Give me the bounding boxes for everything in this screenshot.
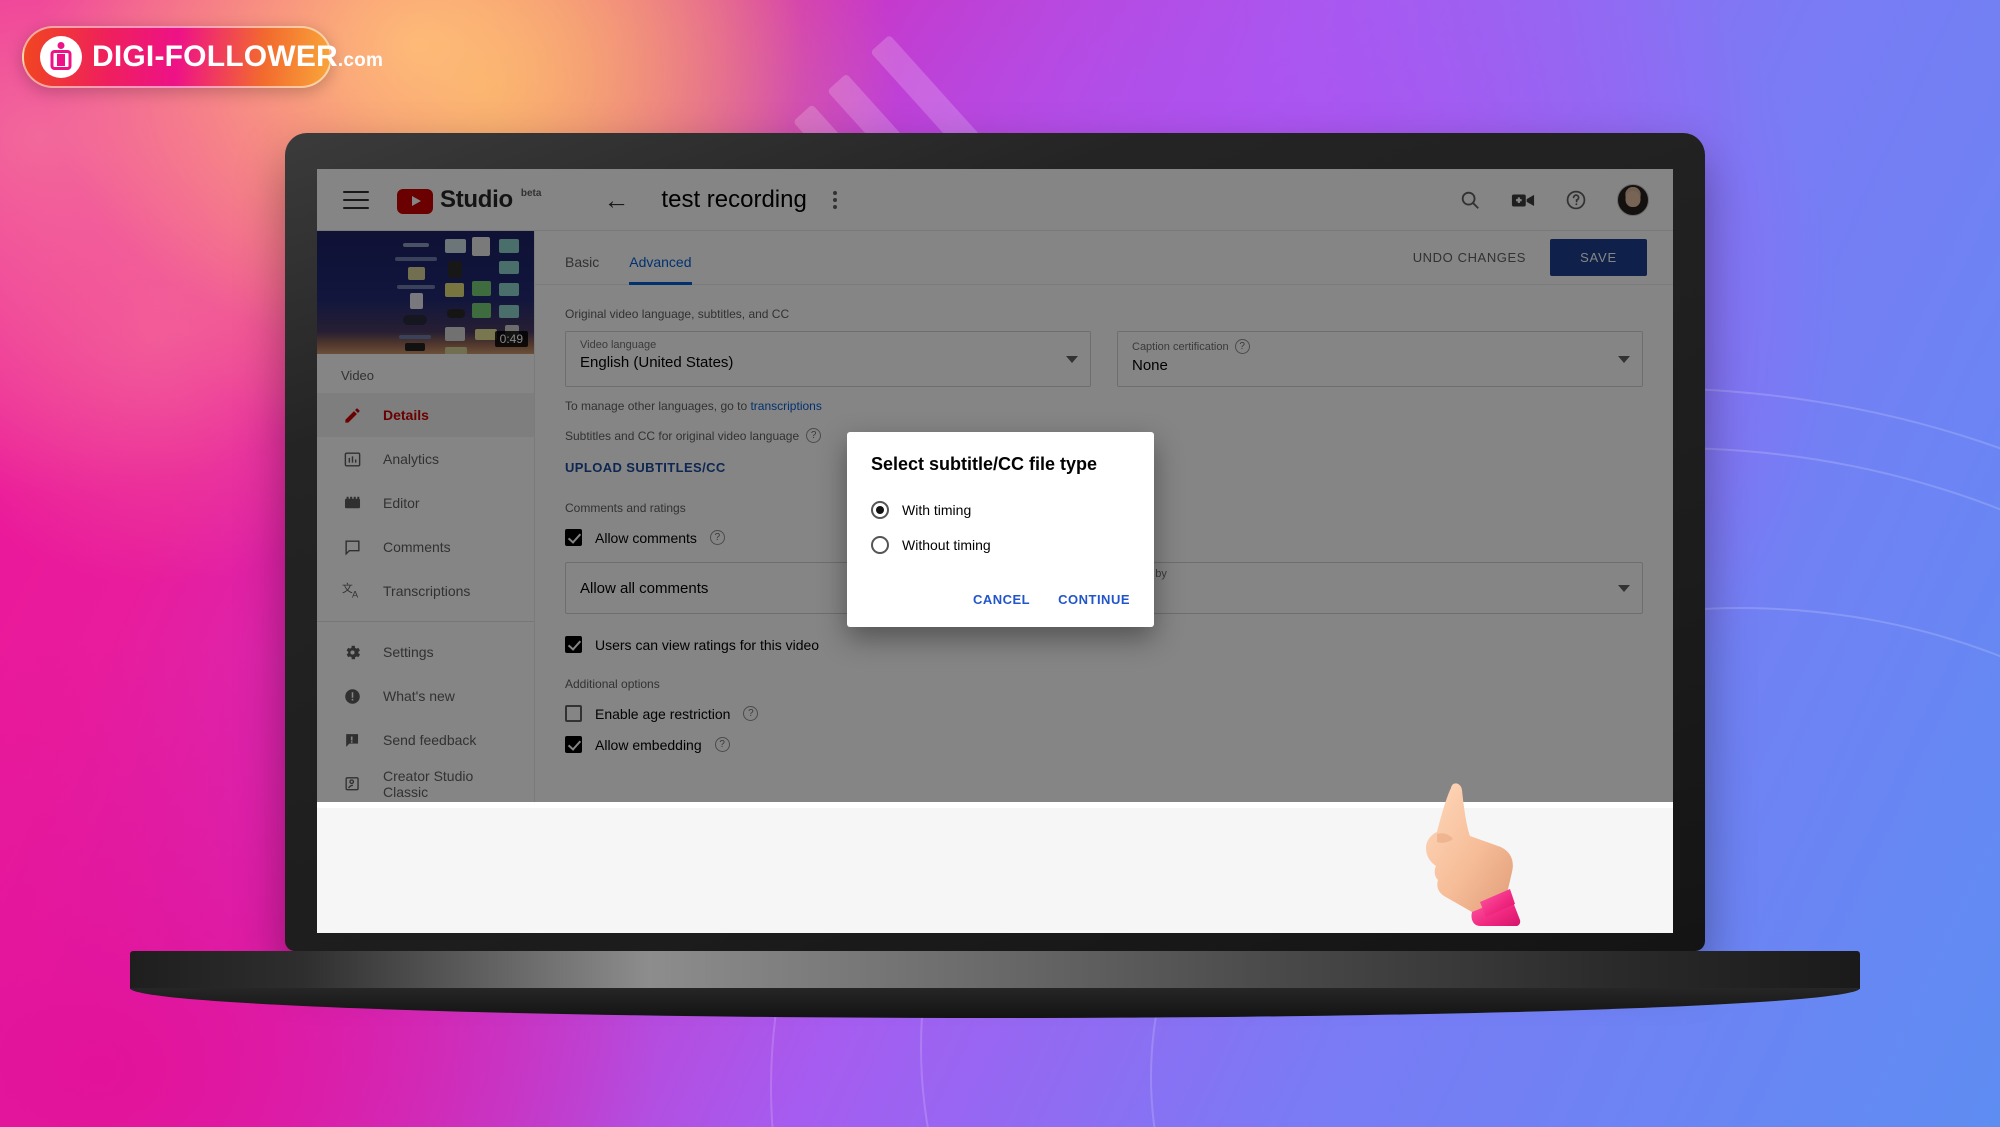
laptop-base [130,951,1860,989]
footer-separator [317,802,1673,808]
logo-name-main: DIGI-FOLLOWER [92,40,338,73]
subtitle-file-type-dialog: Select subtitle/CC file type With timing… [847,432,1154,627]
logo-mark-icon [40,36,82,78]
logo-name-tld: .com [337,50,384,71]
continue-button[interactable]: CONTINUE [1058,592,1130,607]
radio-without-timing[interactable] [871,536,889,554]
logo-wordmark: DIGI-FOLLOWER.com [92,40,383,74]
radio-with-timing-label: With timing [902,502,972,518]
cancel-button[interactable]: CANCEL [973,592,1030,607]
page-footer-area [317,802,1673,933]
youtube-studio-app: Studio beta ← test recording 0:49 Video … [317,169,1673,933]
dialog-actions: CANCEL CONTINUE [871,592,1130,617]
site-logo-badge: DIGI-FOLLOWER.com [22,26,383,88]
radio-without-timing-label: Without timing [902,537,991,553]
dialog-title: Select subtitle/CC file type [871,454,1098,474]
radio-without-timing-row[interactable]: Without timing [871,536,1130,554]
laptop-mockup: Studio beta ← test recording 0:49 Video … [130,133,1860,1018]
radio-with-timing[interactable] [871,501,889,519]
laptop-lid: Studio beta ← test recording 0:49 Video … [285,133,1705,951]
radio-with-timing-row[interactable]: With timing [871,501,1130,519]
laptop-screen: Studio beta ← test recording 0:49 Video … [317,169,1673,933]
